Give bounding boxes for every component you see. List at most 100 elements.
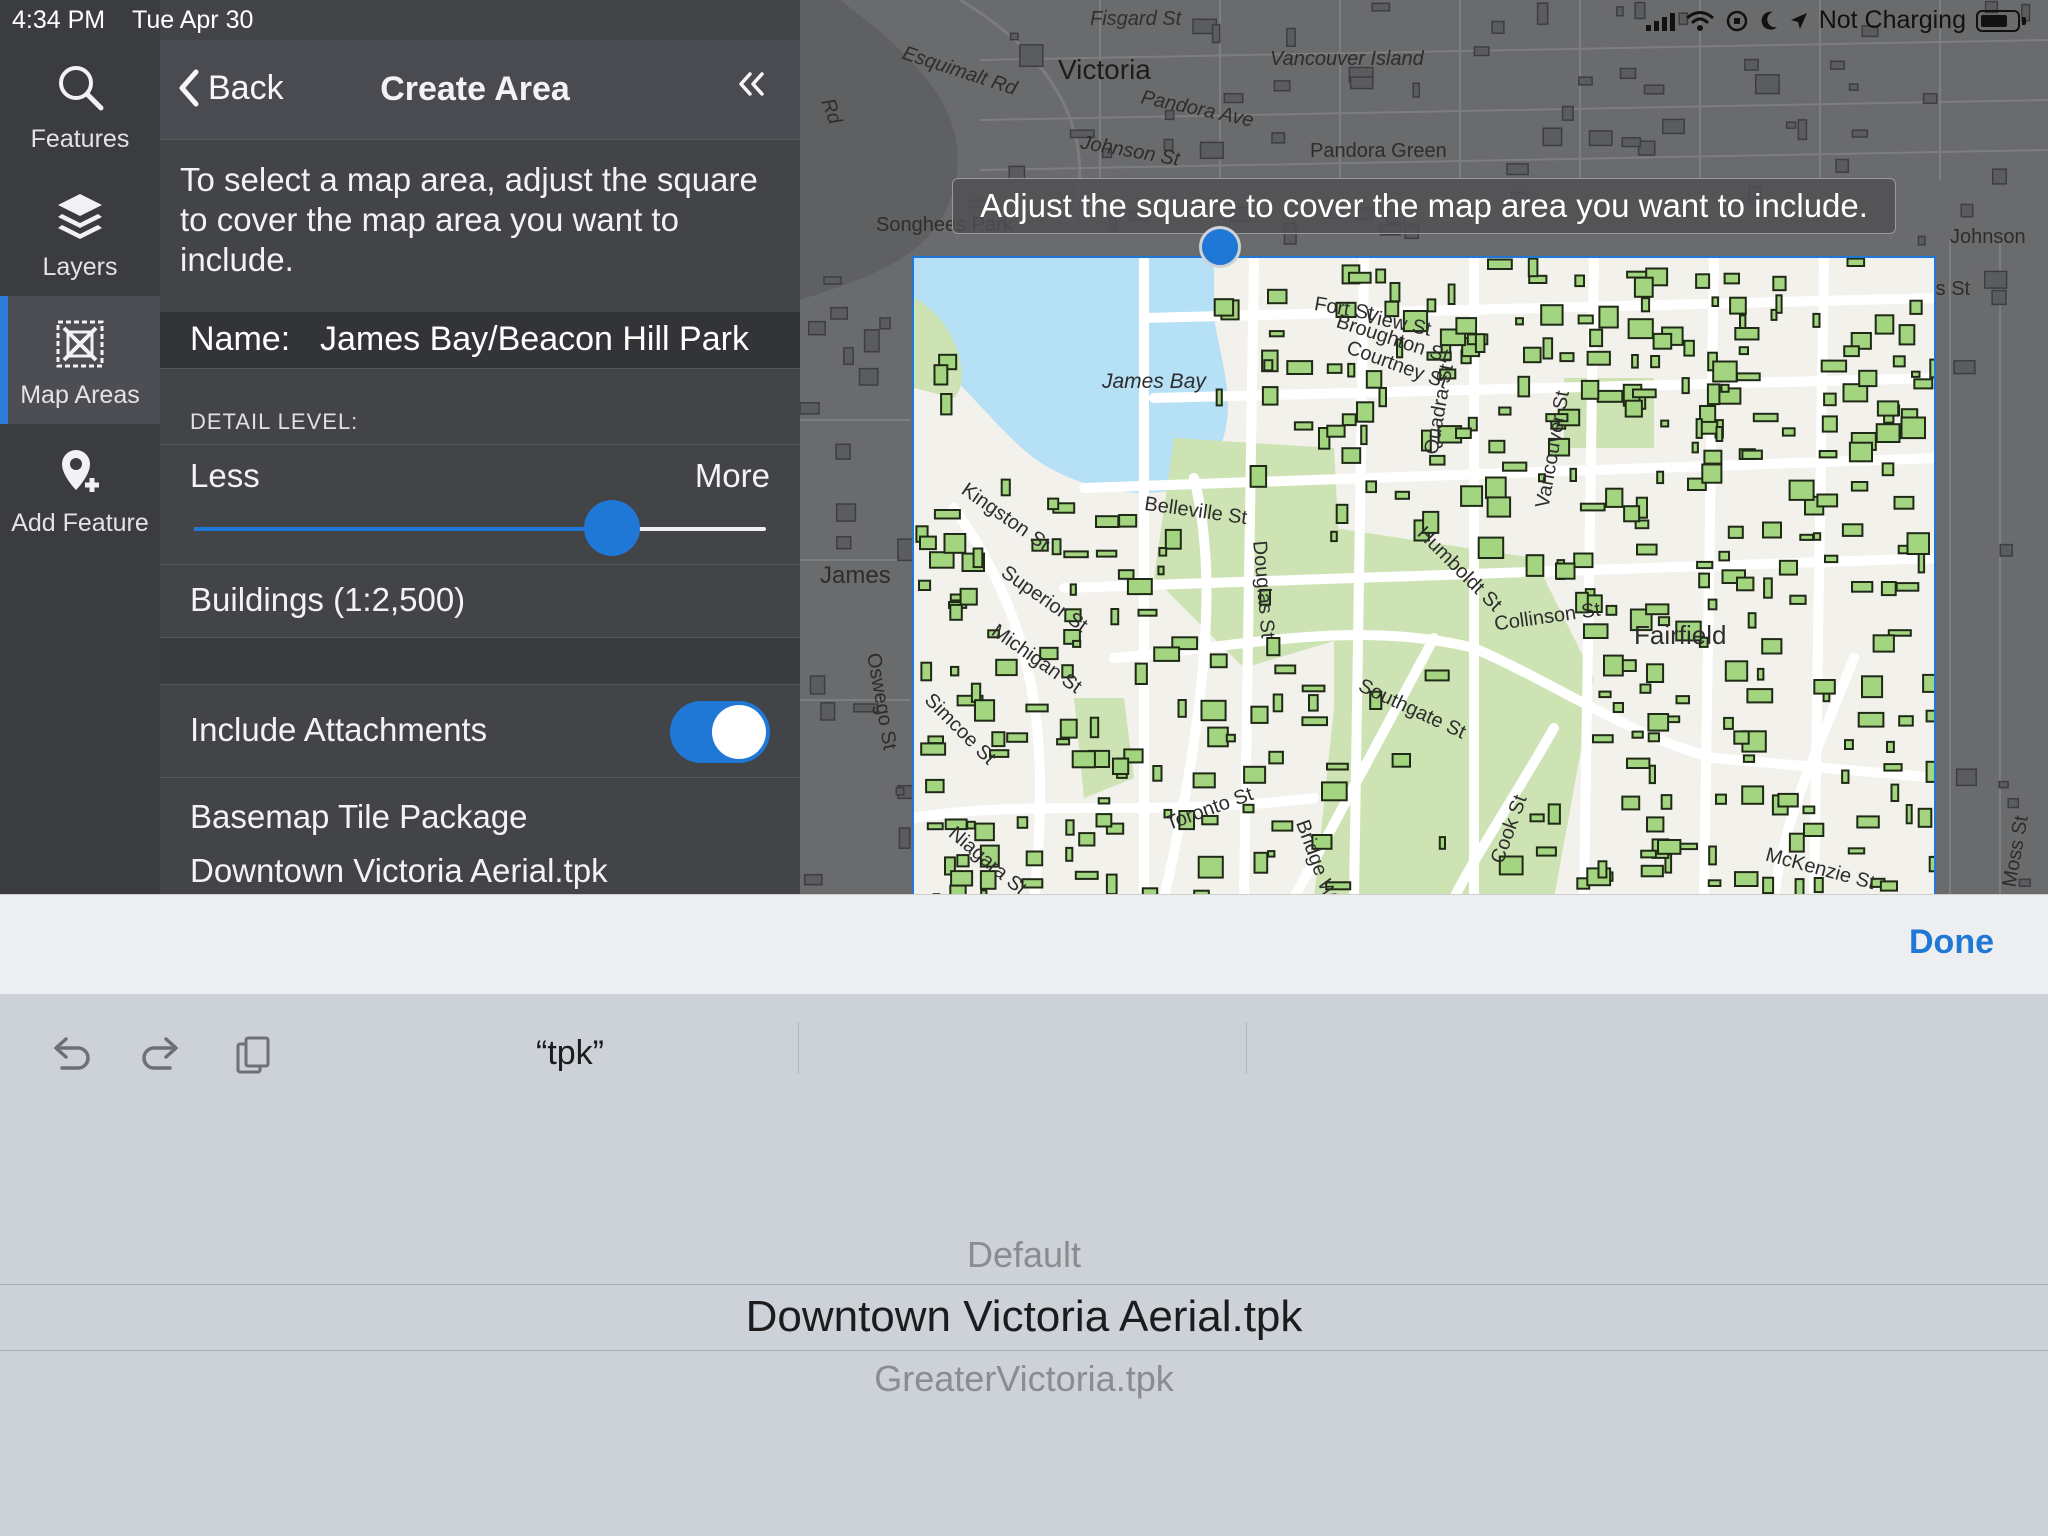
building-footprint: [895, 786, 905, 796]
building-footprint: [1069, 583, 1077, 596]
building-footprint: [1540, 304, 1564, 326]
building-footprint: [803, 873, 823, 886]
building-footprint: [1349, 76, 1374, 90]
building-footprint: [950, 665, 960, 677]
tab-add-feature-label: Add Feature: [11, 509, 149, 537]
building-footprint: [1643, 84, 1665, 95]
building-footprint: [1715, 426, 1724, 442]
name-value[interactable]: James Bay/Beacon Hill Park: [320, 320, 749, 359]
picker-option-greater-victoria[interactable]: GreaterVictoria.tpk: [0, 1358, 2048, 1400]
paste-icon[interactable]: [228, 1030, 278, 1080]
detail-level-slider[interactable]: [194, 500, 766, 556]
area-resize-handle[interactable]: [1199, 226, 1241, 268]
building-footprint: [929, 551, 955, 569]
building-footprint: [1301, 684, 1326, 693]
building-footprint: [1656, 470, 1665, 485]
area-selection-square[interactable]: James Bay Belleville St View St Fort St …: [912, 256, 1936, 894]
building-footprint: [1542, 127, 1563, 147]
building-footprint: [1640, 864, 1664, 878]
tab-map-areas[interactable]: Map Areas: [0, 296, 160, 424]
picker-option-default[interactable]: Default: [0, 1234, 2048, 1276]
include-attachments-toggle[interactable]: [670, 701, 770, 763]
building-footprint: [1917, 807, 1933, 828]
building-footprint: [1268, 330, 1285, 338]
building-footprint: [1627, 318, 1654, 340]
building-footprint: [1375, 268, 1387, 284]
building-footprint: [1267, 850, 1276, 858]
redo-icon[interactable]: [136, 1030, 186, 1080]
building-footprint: [1777, 792, 1799, 808]
building-footprint: [1789, 594, 1807, 605]
building-footprint: [1215, 388, 1223, 407]
building-footprint: [1631, 354, 1639, 369]
slider-thumb[interactable]: [583, 500, 640, 556]
tab-features[interactable]: Features: [0, 40, 160, 168]
building-footprint: [1812, 532, 1822, 541]
building-footprint: [836, 535, 852, 550]
building-footprint: [1657, 839, 1682, 855]
building-footprint: [1645, 603, 1670, 616]
building-footprint: [1095, 813, 1113, 828]
building-footprint: [991, 731, 1006, 748]
building-footprint: [966, 820, 976, 830]
building-footprint: [1738, 346, 1750, 356]
building-footprint: [1729, 296, 1747, 315]
building-footprint: [972, 547, 984, 569]
building-footprint: [1953, 360, 1976, 375]
building-footprint: [1485, 476, 1507, 500]
building-footprint: [918, 579, 932, 592]
building-footprint: [1267, 288, 1288, 305]
basemap-value[interactable]: Downtown Victoria Aerial.tpk: [190, 852, 608, 890]
building-footprint: [974, 822, 995, 842]
building-footprint: [1261, 386, 1279, 406]
building-footprint: [1569, 467, 1577, 483]
map-label-pandora-green: Pandora Green: [1310, 140, 1447, 162]
building-footprint: [1991, 168, 2007, 185]
building-footprint: [1623, 505, 1641, 523]
done-button[interactable]: Done: [1909, 923, 1994, 962]
building-footprint: [1820, 359, 1848, 373]
building-footprint: [1762, 876, 1775, 894]
building-footprint: [830, 306, 849, 320]
cellular-signal-icon: [1645, 11, 1675, 31]
building-footprint: [1527, 258, 1539, 278]
picker-selection-bottom-line: [0, 1350, 2048, 1351]
building-footprint: [1829, 60, 1845, 70]
building-footprint: [1812, 312, 1821, 328]
building-footprint: [1754, 74, 1780, 95]
building-footprint: [933, 509, 961, 520]
building-footprint: [1157, 565, 1165, 576]
building-footprint: [1006, 732, 1029, 743]
building-footprint: [1596, 389, 1624, 403]
building-footprint: [1646, 663, 1665, 683]
picker-option-selected[interactable]: Downtown Victoria Aerial.tpk: [0, 1292, 2048, 1342]
building-footprint: [1647, 713, 1670, 732]
tab-add-feature[interactable]: Add Feature: [0, 424, 160, 552]
building-footprint: [1561, 105, 1574, 121]
building-footprint: [1583, 623, 1609, 639]
building-footprint: [1880, 581, 1897, 597]
building-footprint: [1486, 496, 1512, 518]
building-footprint: [1851, 129, 1869, 138]
collapse-panel-button[interactable]: [736, 66, 766, 109]
building-footprint: [1706, 383, 1721, 406]
building-footprint: [1640, 297, 1651, 313]
building-footprint: [1619, 67, 1637, 80]
building-footprint: [1707, 879, 1722, 887]
building-footprint: [1047, 497, 1060, 511]
building-footprint: [1025, 850, 1044, 867]
building-footprint: [1875, 423, 1901, 443]
slider-fill: [194, 527, 612, 531]
building-footprint: [1250, 705, 1269, 724]
map-label-james: James: [820, 562, 891, 589]
building-footprint: [1071, 750, 1096, 769]
building-footprint: [1559, 352, 1575, 363]
tab-layers[interactable]: Layers: [0, 168, 160, 296]
building-footprint: [1089, 716, 1100, 739]
building-footprint: [1662, 118, 1685, 135]
map-view[interactable]: Fisgard St Victoria Esquimalt Rd Pandora…: [800, 0, 2048, 894]
suggestion-1[interactable]: “tpk”: [536, 1034, 604, 1073]
building-footprint: [1727, 525, 1744, 539]
undo-icon[interactable]: [46, 1030, 96, 1080]
area-name-field[interactable]: Name: James Bay/Beacon Hill Park: [160, 312, 800, 368]
